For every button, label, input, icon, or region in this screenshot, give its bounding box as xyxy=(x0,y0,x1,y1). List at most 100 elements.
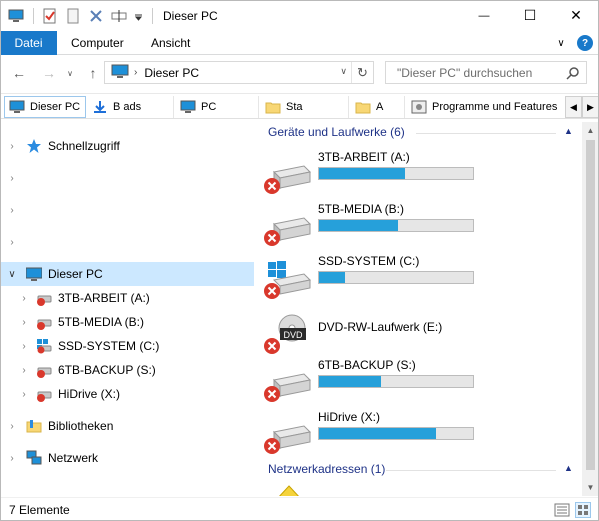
drive-usage-bar xyxy=(318,167,474,180)
breadcrumb[interactable]: Dieser PC xyxy=(144,66,199,80)
breadcrumb-separator[interactable]: › xyxy=(134,67,137,78)
nav-label: 3TB-ARBEIT (A:) xyxy=(58,291,150,305)
favorite-folder[interactable]: Sta xyxy=(261,96,349,118)
nav-item-hidden[interactable]: › xyxy=(0,166,254,190)
chevron-right-icon[interactable]: › xyxy=(18,365,30,376)
up-button[interactable]: ↑ xyxy=(84,64,102,82)
nav-item-drive-b[interactable]: › 5TB-MEDIA (B:) xyxy=(0,310,254,334)
delete-icon[interactable] xyxy=(88,8,104,24)
favorite-downloads[interactable]: B ads xyxy=(88,96,174,118)
scroll-left-button[interactable]: ◀ xyxy=(565,96,582,118)
group-divider xyxy=(416,133,556,134)
tab-ansicht[interactable]: Ansicht xyxy=(151,31,190,55)
chevron-right-icon[interactable]: › xyxy=(6,237,18,248)
nav-item-drive-c[interactable]: › SSD-SYSTEM (C:) xyxy=(0,334,254,358)
back-button[interactable]: ← xyxy=(10,64,28,82)
chevron-right-icon[interactable]: › xyxy=(6,421,18,432)
vertical-scrollbar[interactable]: ▲ ▼ xyxy=(582,122,599,496)
drive-name: DVD-RW-Laufwerk (E:) xyxy=(318,320,443,334)
search-icon xyxy=(566,66,580,83)
recent-locations-dropdown[interactable]: ∨ xyxy=(64,64,76,82)
favorite-folder[interactable]: A xyxy=(351,96,405,118)
drive-error-icon xyxy=(36,290,52,306)
scroll-thumb[interactable] xyxy=(586,140,595,470)
new-file-icon[interactable] xyxy=(65,8,81,24)
chevron-right-icon[interactable]: › xyxy=(18,389,30,400)
chevron-right-icon[interactable]: › xyxy=(6,205,18,216)
nav-label: 5TB-MEDIA (B:) xyxy=(58,315,145,329)
network-icon xyxy=(26,450,42,466)
chevron-right-icon[interactable]: › xyxy=(6,141,18,152)
group-header-network[interactable]: Netzwerkadressen (1) ▲ xyxy=(268,462,578,476)
forward-button[interactable]: → xyxy=(40,64,58,82)
toolbar-divider xyxy=(152,7,153,24)
nav-item-hidden[interactable]: › xyxy=(0,198,254,222)
nav-item-drive-s[interactable]: › 6TB-BACKUP (S:) xyxy=(0,358,254,382)
help-icon[interactable]: ? xyxy=(577,35,593,51)
pc-icon[interactable] xyxy=(8,8,24,24)
collapse-icon[interactable]: ▲ xyxy=(564,126,573,136)
address-dropdown-icon[interactable]: ∨ xyxy=(340,66,347,77)
dvd-label: DVD xyxy=(283,330,303,340)
drive-usage-fill xyxy=(319,272,346,283)
collapse-icon[interactable]: ▲ xyxy=(564,463,573,473)
favorite-dieser-pc[interactable]: Dieser PC xyxy=(4,96,86,118)
nav-label: HiDrive (X:) xyxy=(58,387,120,401)
nav-item-bibliotheken[interactable]: › Bibliotheken xyxy=(0,414,254,438)
nav-item-schnellzugriff[interactable]: › Schnellzugriff xyxy=(0,134,254,158)
properties-icon[interactable] xyxy=(42,8,58,24)
pc-icon xyxy=(9,100,25,114)
nav-item-drive-a[interactable]: › 3TB-ARBEIT (A:) xyxy=(0,286,254,310)
drive-error-icon xyxy=(36,386,52,402)
favorite-programme-und-features[interactable]: Programme und Features xyxy=(407,96,563,118)
drive-item-a[interactable]: 3TB-ARBEIT (A:) xyxy=(256,148,576,200)
maximize-button[interactable]: ☐ xyxy=(507,0,553,31)
close-button[interactable]: ✕ xyxy=(553,0,599,31)
address-row: ← → ∨ ↑ › Dieser PC ∨ ↻ "Dieser PC" durc… xyxy=(0,56,599,90)
chevron-right-icon[interactable]: › xyxy=(6,453,18,464)
programs-icon xyxy=(411,100,427,114)
drive-item-s[interactable]: 6TB-BACKUP (S:) xyxy=(256,356,576,408)
search-input[interactable]: "Dieser PC" durchsuchen xyxy=(385,61,587,84)
group-title: Netzwerkadressen (1) xyxy=(268,462,386,476)
drive-usage-fill xyxy=(319,220,398,231)
expand-ribbon-icon[interactable]: ∨ xyxy=(553,35,569,51)
network-location-item[interactable] xyxy=(274,484,304,496)
hard-drive-error-icon xyxy=(264,156,312,196)
drive-item-c[interactable]: SSD-SYSTEM (C:) xyxy=(256,252,576,304)
nav-item-dieser-pc[interactable]: ∨ Dieser PC xyxy=(0,262,254,286)
chevron-down-icon[interactable]: ∨ xyxy=(6,269,18,280)
scroll-up-button[interactable]: ▲ xyxy=(582,122,599,139)
windows-drive-error-icon xyxy=(36,338,52,354)
window-controls: — ☐ ✕ xyxy=(461,0,599,31)
tab-datei[interactable]: Datei xyxy=(0,31,57,55)
chevron-right-icon[interactable]: › xyxy=(18,341,30,352)
refresh-button[interactable]: ↻ xyxy=(351,62,373,83)
chevron-right-icon[interactable]: › xyxy=(18,293,30,304)
drive-item-dvd[interactable]: DVD DVD-RW-Laufwerk (E:) xyxy=(256,306,576,358)
favorite-pc[interactable]: PC xyxy=(176,96,259,118)
nav-item-hidden[interactable]: › xyxy=(0,230,254,254)
window-title: Dieser PC xyxy=(163,8,218,23)
drive-item-x[interactable]: HiDrive (X:) xyxy=(256,408,576,460)
tab-computer[interactable]: Computer xyxy=(71,31,124,55)
drive-item-b[interactable]: 5TB-MEDIA (B:) xyxy=(256,200,576,252)
drive-usage-bar xyxy=(318,427,474,440)
details-view-icon[interactable] xyxy=(554,502,570,518)
chevron-right-icon[interactable]: › xyxy=(6,173,18,184)
tiles-view-icon[interactable] xyxy=(575,502,591,518)
minimize-button[interactable]: — xyxy=(461,0,507,31)
scroll-down-button[interactable]: ▼ xyxy=(582,479,599,496)
scroll-right-button[interactable]: ▶ xyxy=(582,96,599,118)
download-icon xyxy=(92,100,108,114)
rename-icon[interactable] xyxy=(111,8,127,24)
customize-toolbar-dropdown-icon[interactable] xyxy=(134,8,143,24)
chevron-right-icon[interactable]: › xyxy=(18,317,30,328)
drive-usage-fill xyxy=(319,376,381,387)
nav-item-drive-x[interactable]: › HiDrive (X:) xyxy=(0,382,254,406)
favorites-bar: Dieser PC B ads PC Sta A Programme und F… xyxy=(0,93,599,119)
dvd-drive-error-icon: DVD xyxy=(264,314,312,354)
group-header-devices[interactable]: Geräte und Laufwerke (6) ▲ xyxy=(268,125,578,139)
nav-item-netzwerk[interactable]: › Netzwerk xyxy=(0,446,254,470)
address-bar[interactable]: › Dieser PC ∨ ↻ xyxy=(104,61,374,84)
